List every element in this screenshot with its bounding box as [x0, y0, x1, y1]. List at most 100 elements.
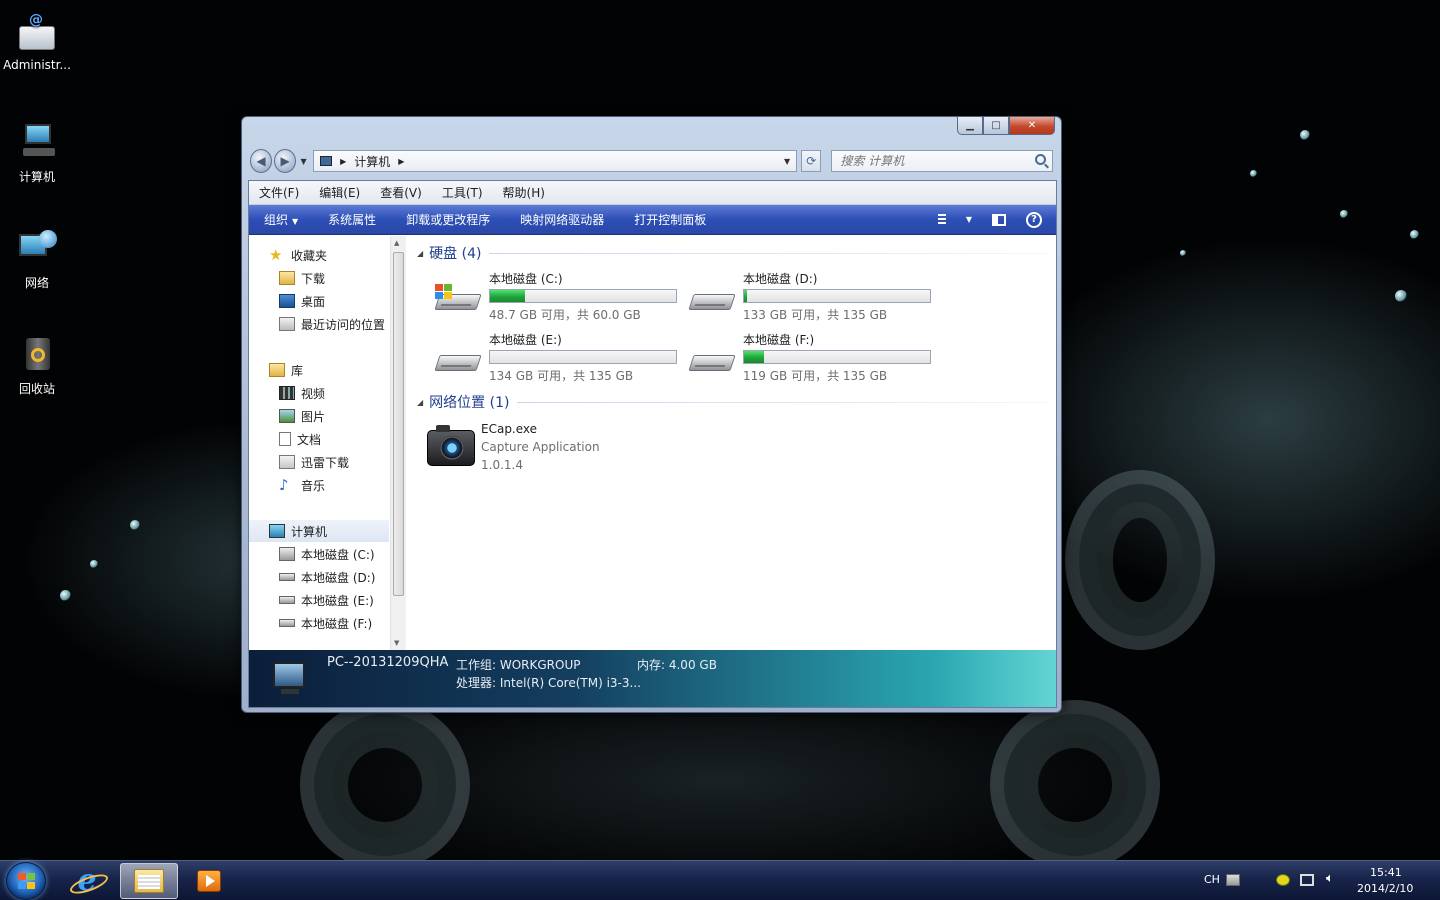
nav-item-downloads[interactable]: 下载	[249, 267, 389, 289]
drive-d[interactable]: 本地磁盘 (D:) 133 GB 可用，共 135 GB	[681, 270, 931, 326]
nav-item-documents[interactable]: 文档	[249, 428, 389, 450]
search-input[interactable]	[840, 154, 1041, 168]
nav-item-drive-f[interactable]: 本地磁盘 (F:)	[249, 612, 389, 634]
content-area: ★ 收藏夹 下载 桌面 最近访问的位置 库 视频 图片 文档 迅雷下载 ♪ 音乐…	[249, 236, 1056, 650]
memory: 内存: 4.00 GB	[637, 658, 717, 672]
network-item-ecap[interactable]: ECap.exe Capture Application 1.0.1.4	[427, 422, 727, 482]
taskbar-windows-explorer[interactable]	[120, 863, 178, 899]
add-icon[interactable]	[1276, 874, 1290, 886]
camera-icon	[427, 425, 475, 466]
scrollbar-thumb[interactable]	[393, 252, 404, 596]
drive-usage-fill	[490, 290, 526, 302]
address-dropdown-icon[interactable]: ▼	[784, 157, 790, 166]
nav-item-music[interactable]: ♪ 音乐	[249, 474, 389, 496]
desktop-icon-recycle-bin[interactable]: 回收站	[0, 334, 74, 397]
processor: 处理器: Intel(R) Core(TM) i3-3...	[456, 676, 641, 690]
maximize-button[interactable]: □	[983, 117, 1009, 135]
desktop-icon-label: 网络	[24, 276, 49, 290]
nav-label: 本地磁盘 (D:)	[301, 570, 376, 585]
clock-date[interactable]: 2014/2/10	[1357, 882, 1413, 895]
file-list: ◢ 硬盘 (4) 本地磁盘 (C:) 48.7 GB 可用，共 60.0 GB …	[409, 236, 1056, 650]
minimize-button[interactable]: ▁	[957, 117, 983, 135]
nav-computer[interactable]: 计算机	[249, 520, 389, 542]
drive-usage-fill	[744, 351, 765, 363]
nav-item-pictures[interactable]: 图片	[249, 405, 389, 427]
drive-c[interactable]: 本地磁盘 (C:) 48.7 GB 可用，共 60.0 GB	[427, 270, 677, 326]
group-title: 硬盘 (4)	[429, 246, 482, 262]
breadcrumb-computer[interactable]: 计算机	[354, 153, 390, 170]
star-icon: ★	[269, 246, 283, 264]
back-button[interactable]: ◀	[250, 149, 273, 173]
volume-icon[interactable]: 🔈︎	[1326, 871, 1334, 886]
close-button[interactable]: ✕	[1009, 117, 1055, 135]
nav-item-recent-places[interactable]: 最近访问的位置	[249, 313, 389, 335]
system-properties-button[interactable]: 系统属性	[313, 211, 391, 228]
desktop-icon-administrator[interactable]: @ Administr...	[0, 12, 74, 72]
drive-usage-fill	[744, 290, 747, 302]
nav-label: 收藏夹	[291, 248, 328, 263]
folder-icon	[134, 869, 164, 893]
pictures-icon	[279, 409, 295, 423]
map-network-drive-button[interactable]: 映射网络驱动器	[505, 211, 619, 228]
clock-time[interactable]: 15:41	[1370, 866, 1402, 879]
pc-name: PC--20131209QHA	[327, 655, 449, 670]
help-icon[interactable]: ?	[1026, 211, 1042, 228]
refresh-button[interactable]: ⟳	[801, 150, 822, 172]
group-header-network-locations[interactable]: ◢ 网络位置 (1)	[417, 392, 1047, 412]
menu-help[interactable]: 帮助(H)	[493, 184, 555, 201]
collapse-icon[interactable]: ◢	[417, 249, 423, 258]
nav-item-drive-e[interactable]: 本地磁盘 (E:)	[249, 589, 389, 611]
group-header-hard-drives[interactable]: ◢ 硬盘 (4)	[417, 243, 1047, 263]
menu-file[interactable]: 文件(F)	[249, 184, 309, 201]
nav-scrollbar[interactable]: ▲ ▼	[390, 236, 406, 650]
desktop-icon-network[interactable]: 网络	[0, 228, 74, 291]
drive-e[interactable]: 本地磁盘 (E:) 134 GB 可用，共 135 GB	[427, 331, 677, 387]
desktop-icon-computer[interactable]: 计算机	[0, 122, 74, 185]
menu-edit[interactable]: 编辑(E)	[309, 184, 370, 201]
recent-pages-dropdown[interactable]: ▼	[298, 157, 309, 166]
window-controls: ▁ □ ✕	[957, 117, 1055, 135]
view-options-icon[interactable]	[937, 213, 946, 226]
media-player-icon	[197, 870, 221, 892]
downloads-folder-icon	[279, 271, 295, 285]
taskbar-media-player[interactable]	[180, 863, 238, 899]
nav-favorites[interactable]: ★ 收藏夹	[249, 244, 389, 266]
menu-view[interactable]: 查看(V)	[370, 184, 432, 201]
desktop-icon-label: 计算机	[18, 170, 55, 184]
input-language-indicator[interactable]: CH	[1204, 873, 1220, 886]
drive-usage-bar	[743, 289, 931, 303]
menu-tools[interactable]: 工具(T)	[432, 184, 493, 201]
scroll-up-icon[interactable]: ▲	[394, 239, 399, 247]
nav-item-drive-d[interactable]: 本地磁盘 (D:)	[249, 566, 389, 588]
nav-item-drive-c[interactable]: 本地磁盘 (C:)	[249, 543, 389, 565]
collapse-icon[interactable]: ◢	[417, 398, 423, 407]
open-control-panel-button[interactable]: 打开控制面板	[619, 211, 721, 228]
address-bar[interactable]: ▶ 计算机 ▶ ▼	[313, 150, 798, 172]
hard-drive-icon	[279, 573, 295, 581]
network-status-icon[interactable]	[1300, 874, 1314, 886]
recent-places-icon	[279, 317, 295, 331]
drive-free-space: 133 GB 可用，共 135 GB	[743, 308, 888, 322]
hard-drive-icon	[434, 345, 483, 377]
chevron-down-icon[interactable]: ▼	[966, 215, 972, 224]
nav-item-desktop[interactable]: 桌面	[249, 290, 389, 312]
address-row: ◀ ▶ ▼ ▶ 计算机 ▶ ▼ ⟳	[250, 149, 1053, 173]
nav-item-thunder-downloads[interactable]: 迅雷下载	[249, 451, 389, 473]
details-pane: PC--20131209QHA 工作组: WORKGROUP 内存: 4.00 …	[249, 650, 1056, 707]
preview-pane-icon[interactable]	[992, 213, 1006, 226]
organize-button[interactable]: 组织 ▼	[249, 211, 313, 228]
nav-libraries[interactable]: 库	[249, 359, 389, 381]
drive-f[interactable]: 本地磁盘 (F:) 119 GB 可用，共 135 GB	[681, 331, 931, 387]
nav-item-videos[interactable]: 视频	[249, 382, 389, 404]
keyboard-icon[interactable]	[1226, 874, 1240, 886]
taskbar-internet-explorer[interactable]: e	[58, 863, 116, 899]
search-icon[interactable]	[1034, 154, 1046, 165]
chevron-right-icon[interactable]: ▶	[398, 157, 404, 166]
search-box[interactable]	[831, 150, 1053, 172]
start-button[interactable]	[6, 862, 46, 900]
scroll-down-icon[interactable]: ▼	[394, 639, 399, 647]
forward-button[interactable]: ▶	[274, 149, 297, 173]
water-drop	[90, 560, 98, 568]
uninstall-program-button[interactable]: 卸载或更改程序	[391, 211, 505, 228]
chevron-right-icon[interactable]: ▶	[340, 157, 346, 166]
